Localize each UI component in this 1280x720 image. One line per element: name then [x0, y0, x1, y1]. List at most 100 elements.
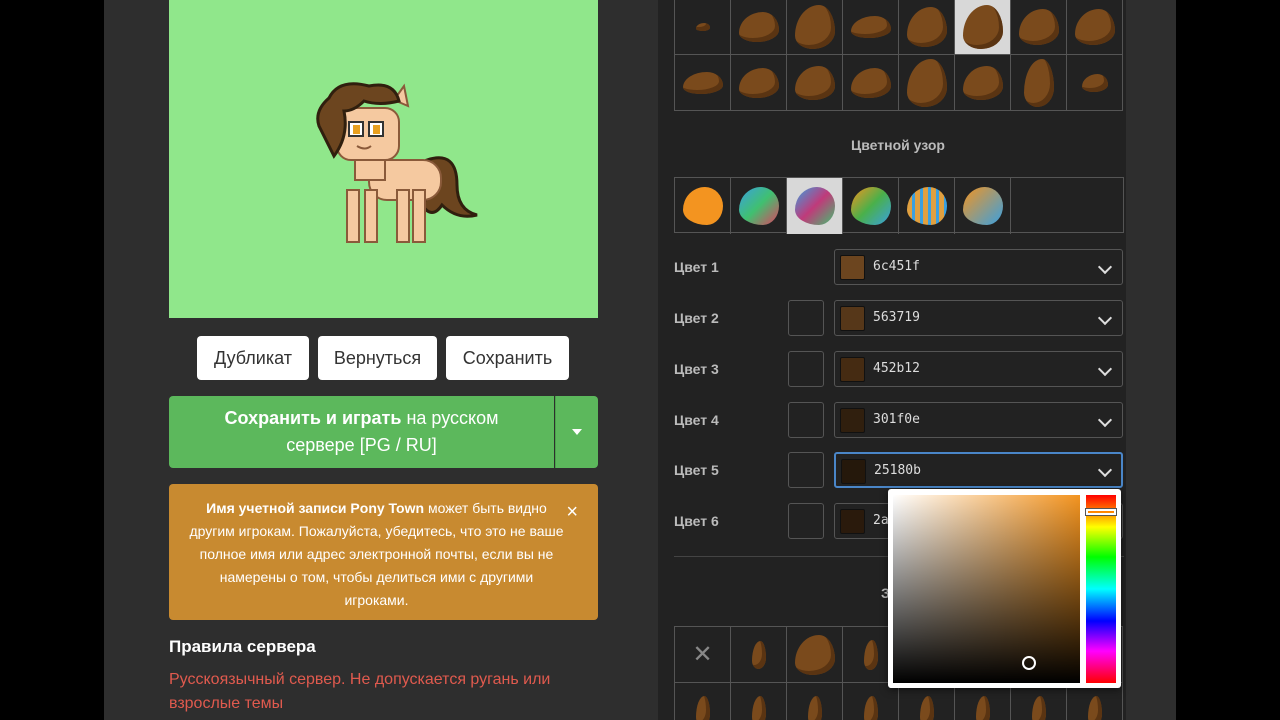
color-select-1[interactable]: 6c451f [834, 249, 1123, 285]
mane-option[interactable] [1011, 0, 1067, 55]
back-option[interactable] [787, 627, 843, 683]
mane-option[interactable] [1067, 0, 1123, 55]
mane-option[interactable] [955, 55, 1011, 111]
back-option[interactable] [787, 683, 843, 720]
mane-option[interactable] [731, 55, 787, 111]
server-label-part1: на русском [401, 408, 499, 428]
color-hex: 452b12 [873, 361, 920, 376]
mane-option[interactable] [675, 55, 731, 111]
pattern-preview [906, 187, 947, 225]
chevron-down-icon [1097, 259, 1113, 275]
mane-option[interactable] [899, 55, 955, 111]
color-picker-handle[interactable] [1022, 656, 1036, 670]
pattern-preview [682, 187, 723, 225]
duplicate-button[interactable]: Дубликат [197, 336, 309, 380]
hue-slider[interactable] [1086, 495, 1116, 683]
mane-option[interactable] [731, 0, 787, 55]
pattern-option[interactable] [899, 178, 955, 234]
remove-option[interactable]: ✕ [675, 627, 731, 683]
color-select-4[interactable]: 301f0e [834, 402, 1123, 438]
color-swatch [840, 408, 865, 433]
chevron-down-icon [1097, 310, 1113, 326]
saturation-value-area[interactable] [893, 495, 1080, 683]
mane-option[interactable] [787, 55, 843, 111]
mane-option[interactable] [1067, 55, 1123, 111]
pattern-preview [962, 187, 1003, 225]
color-row-1: Цвет 1 6c451f [674, 249, 1124, 285]
pattern-options [674, 177, 1124, 234]
mane-option[interactable] [675, 0, 731, 55]
back-option[interactable] [731, 683, 787, 720]
back-option[interactable] [675, 683, 731, 720]
account-name-warning: Имя учетной записи Pony Town может быть … [169, 484, 598, 620]
color-lock-checkbox[interactable] [788, 503, 824, 539]
color-row-5: Цвет 5 25180b [674, 452, 1124, 488]
alert-text: может быть видно другим игрокам. Пожалуй… [189, 500, 564, 608]
save-button[interactable]: Сохранить [446, 336, 569, 380]
pattern-preview [738, 187, 779, 225]
pattern-option[interactable] [955, 178, 1011, 234]
back-option[interactable] [899, 683, 955, 720]
back-option[interactable] [1067, 683, 1123, 720]
pattern-section-label: Цветной узор [851, 137, 945, 153]
pattern-option[interactable] [843, 178, 899, 234]
color-label: Цвет 3 [674, 361, 719, 377]
mane-style-grid [674, 0, 1123, 111]
color-lock-checkbox[interactable] [788, 351, 824, 387]
back-option[interactable] [1011, 683, 1067, 720]
revert-button[interactable]: Вернуться [318, 336, 437, 380]
app-window: Дубликат Вернуться Сохранить Сохранить и… [104, 0, 1176, 720]
color-row-3: Цвет 3 452b12 [674, 351, 1124, 387]
rules-text: Русскоязычный сервер. Не допускается руг… [169, 671, 551, 712]
chevron-down-icon [1097, 462, 1113, 478]
mane-option[interactable] [899, 0, 955, 55]
server-label-part2: сервере [PG / RU] [286, 435, 437, 455]
save-and-play-button[interactable]: Сохранить и играть на русском сервере [P… [169, 396, 554, 468]
mane-option[interactable] [787, 0, 843, 55]
color-hex: 563719 [873, 310, 920, 325]
color-swatch [840, 509, 865, 534]
close-icon[interactable]: × [566, 502, 578, 522]
server-dropdown-button[interactable] [555, 396, 598, 468]
color-swatch [840, 357, 865, 382]
close-icon: ✕ [692, 641, 713, 668]
color-select-3[interactable]: 452b12 [834, 351, 1123, 387]
hue-slider-handle[interactable] [1085, 508, 1117, 516]
pattern-preview [850, 187, 891, 225]
color-select-2[interactable]: 563719 [834, 300, 1123, 336]
color-hex: 2a [873, 513, 889, 528]
chevron-down-icon [1097, 361, 1113, 377]
color-hex: 301f0e [873, 412, 920, 427]
back-option[interactable] [731, 627, 787, 683]
rules-title: Правила сервера [169, 637, 316, 656]
back-option[interactable] [955, 683, 1011, 720]
mane-option[interactable] [843, 55, 899, 111]
color-lock-checkbox[interactable] [788, 452, 824, 488]
color-row-2: Цвет 2 563719 [674, 300, 1124, 336]
color-picker-popup [888, 489, 1121, 688]
save-and-play-label: Сохранить и играть [224, 408, 402, 428]
mane-option[interactable] [1011, 55, 1067, 111]
back-option[interactable] [843, 683, 899, 720]
color-hex: 6c451f [873, 259, 920, 274]
alert-bold-text: Имя учетной записи Pony Town [206, 500, 425, 516]
chevron-down-icon [1097, 412, 1113, 428]
pony-character-image [316, 82, 478, 243]
pony-preview [169, 0, 598, 318]
caret-down-icon [572, 429, 582, 435]
color-label: Цвет 6 [674, 513, 719, 529]
color-lock-checkbox[interactable] [788, 300, 824, 336]
mane-option-selected[interactable] [955, 0, 1011, 55]
color-swatch [840, 306, 865, 331]
pattern-option-selected[interactable] [787, 178, 843, 234]
mane-option[interactable] [843, 0, 899, 55]
pattern-preview [794, 187, 835, 225]
color-swatch [840, 255, 865, 280]
color-lock-checkbox[interactable] [788, 402, 824, 438]
pattern-option[interactable] [731, 178, 787, 234]
color-label: Цвет 5 [674, 462, 719, 478]
color-select-5[interactable]: 25180b [834, 452, 1123, 488]
pattern-option[interactable] [675, 178, 731, 234]
color-hex-input[interactable]: 25180b [874, 463, 921, 478]
color-label: Цвет 2 [674, 310, 719, 326]
